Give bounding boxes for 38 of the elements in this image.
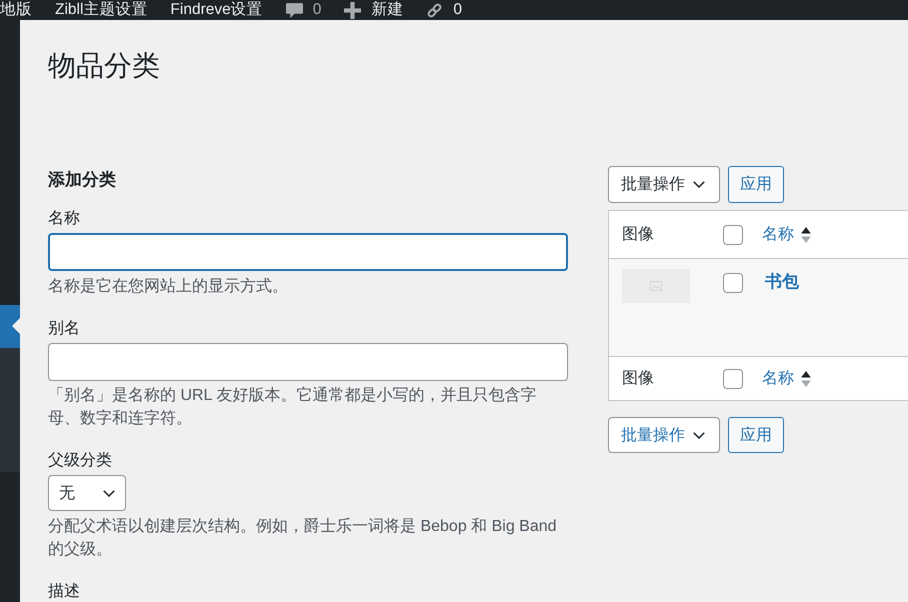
apply-button[interactable]: 应用 <box>728 166 784 203</box>
section-heading: 添加分类 <box>48 170 116 190</box>
chevron-down-icon <box>693 432 705 438</box>
sort-link[interactable]: 名称 <box>762 368 811 388</box>
chevron-down-icon <box>693 181 705 188</box>
help-text: 「别名」是名称的 URL 友好版本。它通常都是小写的，并且只包含字母、数字和连字符。 <box>48 386 538 429</box>
field-label: 父级分类 <box>48 452 112 470</box>
admin-bar-link[interactable]: Zibll主题设置 <box>55 0 148 20</box>
bulk-actions-select[interactable]: 批量操作 <box>608 166 720 203</box>
admin-bar-link[interactable]: 地版 <box>0 0 32 20</box>
text-input[interactable] <box>48 233 568 271</box>
field-label: 描述 <box>48 583 80 601</box>
chevron-down-icon <box>103 490 115 496</box>
apply-button[interactable]: 应用 <box>728 417 784 453</box>
sidebar-item[interactable] <box>0 305 20 348</box>
menu-pointer-icon <box>12 318 20 334</box>
field-label: 名称 <box>48 210 80 228</box>
help-text: 名称是它在您网站上的显示方式。 <box>48 276 288 296</box>
checkbox[interactable] <box>723 273 743 293</box>
admin-bar-link[interactable]: 0 <box>286 0 322 20</box>
admin-bar-link[interactable]: 新建 <box>344 0 404 20</box>
text-input[interactable] <box>48 342 568 380</box>
checkbox[interactable] <box>723 368 743 388</box>
admin-bar-link[interactable]: Findreve设置 <box>170 0 263 20</box>
column-header: 图像 <box>622 368 654 388</box>
column-header: 图像 <box>622 224 654 244</box>
comment-icon <box>286 2 303 18</box>
page-title: 物品分类 <box>48 51 160 81</box>
help-text: 分配父术语以创建层次结构。例如，爵士乐一词将是 Bebop 和 Big Band 的父级。 <box>48 516 558 560</box>
link-icon <box>426 2 444 18</box>
sort-link[interactable]: 名称 <box>762 224 811 244</box>
field-label: 别名 <box>48 320 80 338</box>
dropdown-select[interactable]: 无 <box>48 475 126 511</box>
bulk-actions-select[interactable]: 批量操作 <box>608 417 720 453</box>
admin-bar-link[interactable]: 0 <box>426 0 462 20</box>
checkbox[interactable] <box>723 224 743 244</box>
plus-icon <box>344 2 362 18</box>
term-name-link[interactable]: 书包 <box>765 272 799 292</box>
